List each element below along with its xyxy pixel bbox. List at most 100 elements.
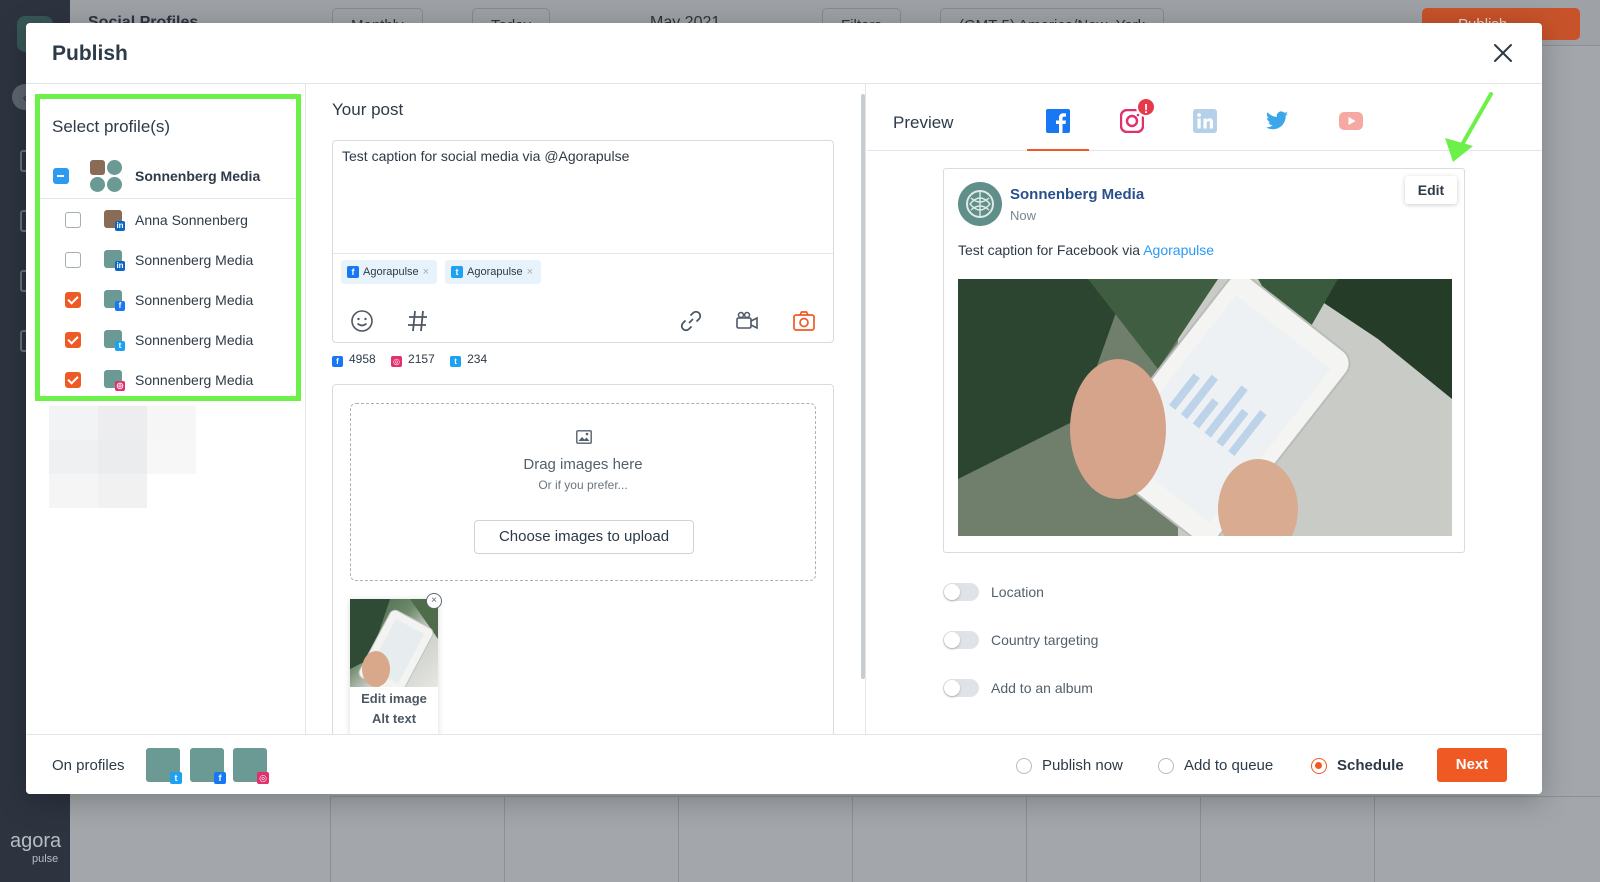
- on-profiles-label: On profiles: [52, 757, 125, 774]
- album-toggle[interactable]: [943, 679, 979, 697]
- toggle-label: Location: [991, 584, 1044, 600]
- editor-toolbar: f Agorapulse × t Agorapulse ×: [333, 253, 833, 343]
- radio-icon[interactable]: [1311, 758, 1327, 774]
- mention-label: Agorapulse: [363, 266, 419, 278]
- close-icon[interactable]: [1492, 42, 1514, 64]
- post-textarea[interactable]: Test caption for social media via @Agora…: [342, 148, 629, 164]
- profile-name: Sonnenberg Media: [135, 252, 254, 268]
- avatar: ◎: [233, 748, 269, 784]
- facebook-icon: f: [214, 772, 226, 784]
- radio-icon[interactable]: [1158, 758, 1174, 774]
- app-brand: agora pulse: [10, 830, 62, 868]
- mention-chip-twitter[interactable]: t Agorapulse ×: [445, 260, 542, 284]
- count-value: 4958: [349, 352, 376, 366]
- choose-images-button[interactable]: Choose images to upload: [474, 520, 694, 554]
- profile-row[interactable]: ◎ Sonnenberg Media: [40, 360, 296, 396]
- profile-checkbox[interactable]: [65, 292, 81, 308]
- caption-link[interactable]: Agorapulse: [1143, 242, 1214, 258]
- modal-header: Publish: [26, 23, 1542, 84]
- country-targeting-toggle[interactable]: [943, 631, 979, 649]
- twitter-icon: t: [115, 341, 125, 351]
- group-checkbox[interactable]: [53, 168, 69, 184]
- hashtag-icon[interactable]: [405, 308, 431, 334]
- edit-image-link[interactable]: Edit image: [350, 691, 438, 706]
- facebook-icon: [1046, 109, 1070, 133]
- linkedin-icon: in: [115, 261, 125, 271]
- profile-row[interactable]: t Sonnenberg Media: [40, 320, 296, 360]
- link-icon[interactable]: [678, 308, 704, 334]
- profile-row[interactable]: in Sonnenberg Media: [40, 240, 296, 280]
- remove-image-icon[interactable]: ×: [426, 593, 442, 609]
- profile-name: Sonnenberg Media: [135, 332, 254, 348]
- profile-row[interactable]: f Sonnenberg Media: [40, 280, 296, 320]
- tab-facebook[interactable]: [1027, 84, 1089, 151]
- avatar: in: [104, 210, 125, 231]
- instagram-icon: ◎: [391, 356, 403, 367]
- tab-youtube[interactable]: [1320, 84, 1382, 151]
- publish-modal: Publish Select profile(s) Sonnenberg Med…: [26, 23, 1542, 794]
- composer-scrollbar[interactable]: [861, 94, 865, 679]
- count-value: 2157: [408, 352, 435, 366]
- profile-group-row[interactable]: Sonnenberg Media: [40, 154, 296, 199]
- brand-name: agora: [10, 830, 62, 852]
- drop-subtitle: Or if you prefer...: [538, 478, 628, 492]
- radio-icon[interactable]: [1016, 758, 1032, 774]
- toggle-label: Country targeting: [991, 632, 1099, 648]
- profile-name: Anna Sonnenberg: [135, 212, 248, 228]
- tab-linkedin[interactable]: [1174, 84, 1236, 151]
- mention-label: Agorapulse: [467, 266, 523, 278]
- location-toggle[interactable]: [943, 583, 979, 601]
- image-icon: [576, 430, 592, 444]
- group-name: Sonnenberg Media: [135, 168, 261, 184]
- profile-name: Sonnenberg Media: [135, 292, 254, 308]
- image-drop-zone[interactable]: Drag images here Or if you prefer... Cho…: [350, 403, 816, 581]
- profile-name: Sonnenberg Media: [135, 372, 254, 388]
- preview-caption: Test caption for Facebook via Agorapulse: [958, 242, 1214, 258]
- linkedin-icon: in: [115, 221, 125, 231]
- remove-mention-icon[interactable]: ×: [527, 266, 533, 278]
- count-twitter: t 234: [450, 352, 487, 367]
- preview-image: [958, 279, 1452, 536]
- brand-sub: pulse: [32, 853, 59, 865]
- facebook-icon: f: [332, 356, 343, 367]
- character-counts: f 4958 ◎ 2157 t 234: [332, 352, 499, 367]
- media-section: Drag images here Or if you prefer... Cho…: [332, 384, 834, 744]
- profile-row[interactable]: in Anna Sonnenberg: [40, 200, 296, 240]
- profile-checkbox[interactable]: [65, 332, 81, 348]
- profile-checkbox[interactable]: [65, 212, 81, 228]
- instagram-icon: ◎: [257, 772, 269, 784]
- tab-instagram[interactable]: !: [1101, 84, 1163, 151]
- profile-checkbox[interactable]: [65, 252, 81, 268]
- preview-account-name[interactable]: Sonnenberg Media: [1010, 186, 1144, 203]
- image-thumbnail: × Edit image Alt text: [350, 593, 442, 739]
- avatar: f: [104, 290, 125, 311]
- avatar: t: [146, 748, 182, 784]
- video-icon[interactable]: [734, 308, 760, 334]
- toggle-label: Add to an album: [991, 680, 1093, 696]
- blurred-placeholder: [49, 406, 196, 508]
- modal-title: Publish: [52, 42, 128, 65]
- edit-preview-button[interactable]: Edit: [1405, 176, 1457, 204]
- option-label: Publish now: [1042, 757, 1123, 774]
- profiles-title: Select profile(s): [52, 117, 171, 136]
- option-label: Schedule: [1337, 757, 1404, 774]
- post-editor[interactable]: Test caption for social media via @Agora…: [332, 140, 834, 343]
- next-button[interactable]: Next: [1437, 748, 1507, 782]
- mention-chip-facebook[interactable]: f Agorapulse ×: [341, 260, 438, 284]
- remove-mention-icon[interactable]: ×: [423, 266, 429, 278]
- thumbnail-image: [350, 599, 438, 687]
- profile-checkbox[interactable]: [65, 372, 81, 388]
- alt-text-link[interactable]: Alt text: [350, 711, 438, 726]
- linkedin-icon: [1193, 109, 1217, 133]
- count-instagram: ◎ 2157: [391, 352, 435, 367]
- facebook-icon: f: [347, 266, 359, 278]
- twitter-icon: t: [450, 356, 462, 367]
- avatar: t: [104, 330, 125, 351]
- profiles-column: Select profile(s) Sonnenberg Media in An…: [26, 84, 306, 734]
- camera-icon[interactable]: [791, 308, 817, 334]
- alert-badge: !: [1136, 97, 1156, 117]
- count-facebook: f 4958: [332, 352, 376, 367]
- avatar: f: [190, 748, 226, 784]
- emoji-icon[interactable]: [349, 308, 375, 334]
- tab-twitter[interactable]: [1246, 84, 1308, 151]
